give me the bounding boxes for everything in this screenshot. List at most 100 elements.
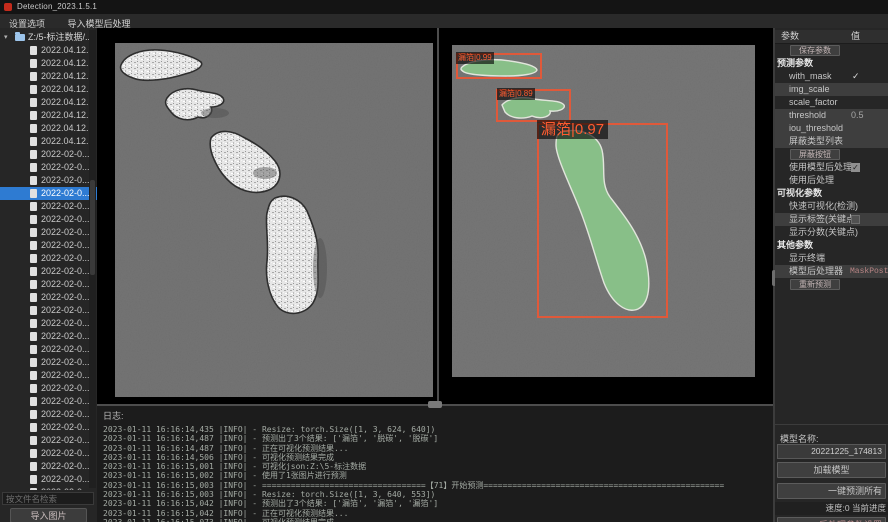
file-icon bbox=[30, 163, 37, 172]
file-icon bbox=[30, 85, 37, 94]
threshold-value[interactable]: 0.5 bbox=[851, 109, 864, 122]
tree-item[interactable]: 2022-02-0... bbox=[0, 330, 97, 343]
file-icon bbox=[30, 280, 37, 289]
checkbox-checked-icon[interactable]: ✓ bbox=[851, 163, 860, 172]
param-row-iou-threshold[interactable]: iou_threshold bbox=[775, 122, 888, 135]
tree-item[interactable]: 2022-02-0... bbox=[0, 421, 97, 434]
tree-item[interactable]: 2022.04.12... bbox=[0, 122, 97, 135]
tree-item[interactable]: 2022.04.12... bbox=[0, 44, 97, 57]
file-icon bbox=[30, 319, 37, 328]
file-icon bbox=[30, 189, 37, 198]
param-row-img-scale[interactable]: img_scale bbox=[775, 83, 888, 96]
tree-item-label: 2022-02-0... bbox=[41, 474, 90, 484]
tree-item[interactable]: 2022-02-0... bbox=[0, 291, 97, 304]
file-icon bbox=[30, 150, 37, 159]
tree-item[interactable]: 2022.04.12... bbox=[0, 70, 97, 83]
viewer-divider[interactable] bbox=[437, 28, 439, 404]
log-line: 2023-01-11 16:16:14,506 |INFO| - 可视化预测结果… bbox=[103, 453, 773, 462]
tree-item-label: 2022-02-0... bbox=[41, 331, 90, 341]
param-row-scale-factor[interactable]: scale_factor bbox=[775, 96, 888, 109]
tree-item[interactable]: 2022-02-0... bbox=[0, 148, 97, 161]
tree-item[interactable]: 2022-02-0... bbox=[0, 265, 97, 278]
predict-all-button[interactable]: 一键预测所有 bbox=[777, 483, 886, 499]
param-row-show-terminal[interactable]: 显示终端 bbox=[775, 252, 888, 265]
tree-item[interactable]: 2022.04.12... bbox=[0, 83, 97, 96]
tree-item[interactable]: 2022.04.12... bbox=[0, 57, 97, 70]
tree-item[interactable]: 2022.04.12... bbox=[0, 135, 97, 148]
tree-item[interactable]: 2022-02-0... bbox=[0, 395, 97, 408]
load-model-button[interactable]: 加载模型 bbox=[777, 462, 886, 478]
tree-item[interactable]: 2022-02-0... bbox=[0, 434, 97, 447]
param-row-model-post-processor[interactable]: 模型后处理器 MaskPostPro bbox=[775, 265, 888, 278]
log-console[interactable]: 日志: 2023-01-11 16:16:14,435 |INFO| - Res… bbox=[97, 406, 773, 522]
tree-item-label: 2022.04.12... bbox=[41, 123, 94, 133]
param-row-show-label[interactable]: 显示标签(关键点) bbox=[775, 213, 888, 226]
post-settings-button[interactable]: 后处理参数设置 bbox=[777, 517, 886, 522]
file-icon bbox=[30, 397, 37, 406]
model-name-field[interactable]: 20221225_174813 bbox=[777, 444, 886, 459]
repredict-button[interactable]: 重新预测 bbox=[790, 279, 840, 290]
file-sidebar: ▾Z:/5-标注数据/... 2022.04.12... 2022.04.12.… bbox=[0, 28, 97, 522]
tree-item[interactable]: 2022-02-0... bbox=[0, 252, 97, 265]
expand-arrow-icon[interactable]: ▾ bbox=[4, 31, 8, 44]
file-icon bbox=[30, 124, 37, 133]
model-post-processor-value[interactable]: MaskPostPro bbox=[850, 265, 888, 278]
tree-item[interactable]: 2022-02-0... bbox=[0, 369, 97, 382]
file-tree[interactable]: ▾Z:/5-标注数据/... 2022.04.12... 2022.04.12.… bbox=[0, 28, 97, 490]
checkmark-icon[interactable]: ✓ bbox=[852, 70, 860, 83]
tree-item[interactable]: 2022-02-0... bbox=[0, 317, 97, 330]
param-row-threshold[interactable]: threshold 0.5 bbox=[775, 109, 888, 122]
log-line: 2023-01-11 16:16:15,002 |INFO| - 使用了1张图片… bbox=[103, 471, 773, 480]
save-params-button[interactable]: 保存参数 bbox=[790, 45, 840, 56]
import-images-button[interactable]: 导入图片 bbox=[10, 508, 87, 522]
section-predict-params: 预测参数 bbox=[775, 57, 888, 70]
menu-bar: 设置选项 导入模型后处理 bbox=[0, 14, 888, 29]
model-block: 模型名称: 20221225_174813 加载模型 一键预测所有 速度:0 当… bbox=[775, 424, 888, 522]
param-row: 屏蔽按钮 bbox=[775, 148, 888, 161]
tree-item[interactable]: 2022-02-0... bbox=[0, 382, 97, 395]
tree-item[interactable]: 2022-02-0... bbox=[0, 343, 97, 356]
tree-item[interactable]: 2022-02-0... bbox=[0, 356, 97, 369]
param-row: 保存参数 bbox=[775, 44, 888, 57]
tree-item[interactable]: 2022-02-0... bbox=[0, 486, 97, 490]
file-icon bbox=[30, 384, 37, 393]
file-icon bbox=[30, 332, 37, 341]
tree-item[interactable]: 2022.04.12... bbox=[0, 109, 97, 122]
param-row-show-score[interactable]: 显示分数(关键点) bbox=[775, 226, 888, 239]
tree-item[interactable]: 2022-02-0... bbox=[0, 161, 97, 174]
tree-item[interactable]: 2022-02-0... bbox=[0, 304, 97, 317]
tree-item-label: 2022-02-0... bbox=[41, 175, 90, 185]
log-line: 2023-01-11 16:16:15,042 |INFO| - 预测出了3个结… bbox=[103, 499, 773, 508]
tree-item[interactable]: 2022-02-0... bbox=[0, 278, 97, 291]
tree-item[interactable]: 2022-02-0... bbox=[0, 447, 97, 460]
tree-item[interactable]: 2022-02-0... bbox=[0, 226, 97, 239]
tree-item[interactable]: 2022.04.12... bbox=[0, 96, 97, 109]
log-splitter-handle[interactable] bbox=[428, 401, 442, 408]
tree-scrollbar[interactable] bbox=[89, 30, 96, 488]
log-line: 2023-01-11 16:16:15,003 |INFO| - =======… bbox=[103, 481, 773, 490]
mask-button[interactable]: 屏蔽按钮 bbox=[790, 149, 840, 160]
tree-scrollbar-thumb[interactable] bbox=[90, 180, 95, 275]
tree-item[interactable]: 2022-02-0... bbox=[0, 460, 97, 473]
tree-item-label: 2022-02-0... bbox=[41, 383, 90, 393]
tree-root[interactable]: ▾Z:/5-标注数据/... bbox=[0, 31, 97, 44]
tree-item[interactable]: 2022-02-0... bbox=[0, 213, 97, 226]
param-row-use-post[interactable]: 使用后处理 bbox=[775, 174, 888, 187]
file-icon bbox=[30, 436, 37, 445]
tree-item[interactable]: 2022-02-0... bbox=[0, 200, 97, 213]
file-icon bbox=[30, 267, 37, 276]
tree-item[interactable]: 2022-02-0... bbox=[0, 174, 97, 187]
tree-item[interactable]: 2022-02-0... bbox=[0, 473, 97, 486]
search-input[interactable] bbox=[2, 492, 94, 505]
tree-item[interactable]: 2022-02-0... bbox=[0, 187, 97, 200]
tree-item-label: 2022-02-0... bbox=[41, 357, 90, 367]
file-icon bbox=[30, 176, 37, 185]
tree-item[interactable]: 2022-02-0... bbox=[0, 239, 97, 252]
checkbox-unchecked-icon[interactable] bbox=[851, 215, 860, 224]
tree-item-label: 2022.04.12... bbox=[41, 58, 94, 68]
param-row-fast-vis[interactable]: 快速可视化(检测) bbox=[775, 200, 888, 213]
tree-item-label: 2022-02-0... bbox=[41, 188, 90, 198]
tree-item[interactable]: 2022-02-0... bbox=[0, 408, 97, 421]
left-image[interactable] bbox=[115, 43, 433, 397]
param-row-mask-type-list[interactable]: 屏蔽类型列表 bbox=[775, 135, 888, 148]
